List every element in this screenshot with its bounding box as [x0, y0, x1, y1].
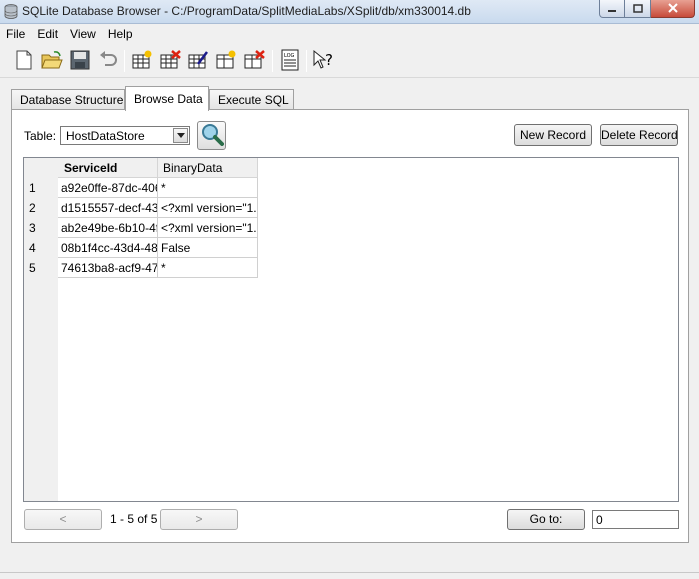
close-button[interactable]: [651, 0, 695, 18]
new-file-icon: [15, 50, 33, 73]
modify-table-icon: [187, 50, 209, 73]
tab-browse-data[interactable]: Browse Data: [125, 86, 209, 111]
table-cell[interactable]: *: [158, 258, 258, 278]
svg-text:?: ?: [325, 51, 333, 69]
table-cell[interactable]: 08b1f4cc-43d4-4864: [58, 238, 158, 258]
next-page-button[interactable]: >: [160, 509, 238, 530]
tab-bar: Database Structure Browse Data Execute S…: [0, 86, 699, 111]
create-index-button[interactable]: [214, 49, 238, 73]
toolbar: LOG ?: [0, 44, 699, 78]
table-cell[interactable]: ab2e49be-6b10-4f12: [58, 218, 158, 238]
window-controls: [599, 0, 695, 18]
delete-table-button[interactable]: [158, 49, 182, 73]
close-icon: [667, 2, 678, 16]
toolbar-separator: [272, 50, 273, 72]
row-number[interactable]: 5: [24, 258, 58, 278]
table-cell[interactable]: *: [158, 178, 258, 198]
create-table-button[interactable]: [130, 49, 154, 73]
table-cell[interactable]: a92e0ffe-87dc-406c: [58, 178, 158, 198]
delete-table-icon: [159, 49, 181, 73]
menu-edit[interactable]: Edit: [31, 24, 64, 44]
goto-input[interactable]: [592, 510, 679, 529]
goto-button[interactable]: Go to:: [507, 509, 585, 530]
tab-execute-sql[interactable]: Execute SQL: [209, 89, 294, 110]
row-number[interactable]: 3: [24, 218, 58, 238]
table-cell[interactable]: 74613ba8-acf9-47ab: [58, 258, 158, 278]
open-database-button[interactable]: [40, 49, 64, 73]
delete-index-button[interactable]: [242, 49, 266, 73]
minimize-button[interactable]: [599, 0, 625, 18]
column-header-binarydata[interactable]: BinaryData: [158, 158, 258, 178]
search-icon: [200, 122, 224, 149]
undo-icon: [98, 50, 118, 72]
maximize-button[interactable]: [625, 0, 651, 18]
new-database-button[interactable]: [12, 49, 36, 73]
grid-corner: [24, 158, 58, 178]
table-label: Table:: [24, 129, 57, 143]
table-select-value: HostDataStore: [66, 129, 145, 143]
save-button[interactable]: [68, 49, 92, 73]
delete-record-button[interactable]: Delete Record: [600, 124, 678, 146]
database-app-icon: [4, 4, 18, 19]
menu-view[interactable]: View: [64, 24, 102, 44]
window-title: SQLite Database Browser - C:/ProgramData…: [22, 4, 471, 18]
data-grid[interactable]: ServiceId BinaryData 1 a92e0ffe-87dc-406…: [23, 157, 679, 502]
table-cell[interactable]: d1515557-decf-43d5: [58, 198, 158, 218]
undo-button[interactable]: [96, 49, 120, 73]
status-bar: [0, 572, 699, 579]
record-range-label: 1 - 5 of 5: [110, 512, 158, 526]
whats-this-icon: ?: [312, 49, 336, 74]
table-cell[interactable]: <?xml version="1.0": [158, 198, 258, 218]
minimize-icon: [607, 2, 617, 16]
create-table-icon: [131, 50, 153, 73]
row-number[interactable]: 4: [24, 238, 58, 258]
chevron-down-icon[interactable]: [173, 128, 188, 143]
menu-bar: File Edit View Help: [0, 24, 699, 44]
log-button[interactable]: LOG: [278, 49, 302, 73]
row-number[interactable]: 2: [24, 198, 58, 218]
column-header-serviceid[interactable]: ServiceId: [58, 158, 158, 178]
modify-table-button[interactable]: [186, 49, 210, 73]
create-index-icon: [215, 50, 237, 73]
title-bar: SQLite Database Browser - C:/ProgramData…: [0, 0, 699, 24]
table-cell[interactable]: <?xml version="1.0": [158, 218, 258, 238]
toolbar-separator: [306, 50, 307, 72]
new-record-button[interactable]: New Record: [514, 124, 592, 146]
svg-text:LOG: LOG: [284, 53, 295, 59]
delete-index-icon: [243, 49, 265, 73]
whats-this-button[interactable]: ?: [312, 49, 336, 73]
log-icon: LOG: [281, 49, 299, 74]
menu-file[interactable]: File: [0, 24, 31, 44]
save-icon: [70, 50, 90, 73]
search-button[interactable]: [197, 121, 226, 150]
menu-help[interactable]: Help: [102, 24, 139, 44]
maximize-icon: [632, 2, 643, 16]
table-cell[interactable]: False: [158, 238, 258, 258]
tab-database-structure[interactable]: Database Structure: [11, 89, 125, 110]
open-folder-icon: [41, 50, 63, 73]
row-number[interactable]: 1: [24, 178, 58, 198]
table-select[interactable]: HostDataStore: [60, 126, 190, 145]
toolbar-separator: [124, 50, 125, 72]
previous-page-button[interactable]: <: [24, 509, 102, 530]
